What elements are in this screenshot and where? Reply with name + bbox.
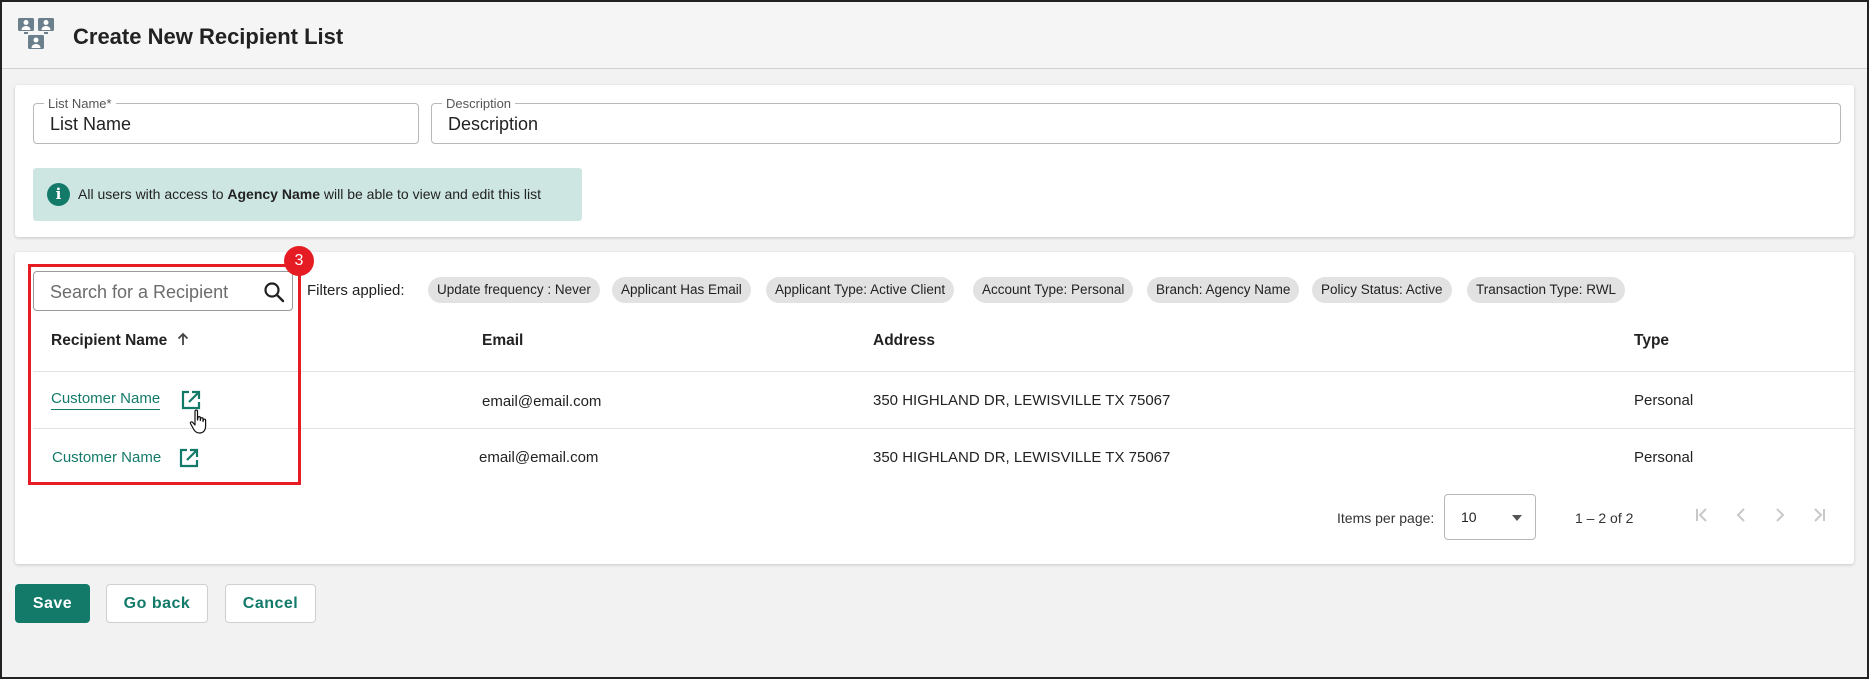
description-field[interactable]: Description Description bbox=[431, 96, 1841, 144]
divider bbox=[33, 371, 1854, 372]
list-name-value: List Name bbox=[50, 114, 132, 134]
type-cell: Personal bbox=[1634, 392, 1694, 409]
filter-chip[interactable]: Applicant Type: Active Client bbox=[766, 277, 955, 303]
type-cell: Personal bbox=[1634, 449, 1694, 466]
address-cell: 350 HIGHLAND DR, LEWISVILLE TX 75067 bbox=[873, 449, 1171, 466]
divider bbox=[33, 428, 1854, 429]
step-badge: 3 bbox=[284, 246, 314, 276]
filter-chip[interactable]: Applicant Has Email bbox=[612, 277, 751, 303]
filter-chip[interactable]: Account Type: Personal bbox=[973, 277, 1134, 303]
items-per-page-label: Items per page: bbox=[1337, 510, 1435, 526]
open-external-icon[interactable] bbox=[178, 447, 200, 469]
open-external-icon[interactable] bbox=[180, 389, 202, 411]
description-label: Description bbox=[442, 96, 516, 111]
list-name-field[interactable]: List Name* List Name bbox=[33, 96, 419, 144]
email-cell: email@email.com bbox=[482, 393, 602, 410]
cancel-button[interactable]: Cancel bbox=[225, 584, 316, 623]
column-header-recipient-name[interactable]: Recipient Name bbox=[51, 332, 190, 350]
page-title: Create New Recipient List bbox=[73, 24, 344, 49]
column-header-type[interactable]: Type bbox=[1634, 332, 1669, 350]
column-header-email[interactable]: Email bbox=[482, 332, 523, 350]
info-icon: i bbox=[47, 183, 70, 206]
next-page-icon[interactable] bbox=[1765, 500, 1795, 530]
list-name-label: List Name* bbox=[44, 96, 116, 111]
recipients-card: Search for a Recipient Filters applied: … bbox=[15, 252, 1854, 564]
email-cell: email@email.com bbox=[479, 449, 599, 466]
save-button[interactable]: Save bbox=[15, 584, 90, 623]
page-range: 1 – 2 of 2 bbox=[1575, 510, 1634, 526]
filter-chip[interactable]: Branch: Agency Name bbox=[1147, 277, 1300, 303]
filters-label: Filters applied: bbox=[307, 282, 405, 299]
filter-chip[interactable]: Update frequency : Never bbox=[428, 277, 600, 303]
column-header-address[interactable]: Address bbox=[873, 332, 935, 350]
previous-page-icon[interactable] bbox=[1726, 500, 1756, 530]
first-page-icon[interactable] bbox=[1687, 500, 1717, 530]
address-cell: 350 HIGHLAND DR, LEWISVILLE TX 75067 bbox=[873, 392, 1171, 409]
filter-chip[interactable]: Policy Status: Active bbox=[1312, 277, 1452, 303]
description-value: Description bbox=[448, 114, 539, 134]
sort-ascending-icon bbox=[177, 332, 188, 345]
filter-chip[interactable]: Transaction Type: RWL bbox=[1467, 277, 1626, 303]
recipient-name-link[interactable]: Customer Name bbox=[52, 449, 161, 466]
recipient-name-link[interactable]: Customer Name bbox=[51, 390, 161, 410]
items-per-page-value: 10 bbox=[1461, 509, 1477, 525]
page-header: Create New Recipient List bbox=[2, 2, 1867, 69]
list-details-card: List Name* List Name Description Descrip… bbox=[15, 85, 1854, 237]
items-per-page-select[interactable]: 10 bbox=[1444, 494, 1536, 540]
hand-cursor-icon bbox=[189, 409, 207, 434]
dropdown-caret-icon bbox=[1512, 515, 1522, 521]
search-icon[interactable] bbox=[262, 280, 286, 304]
go-back-button[interactable]: Go back bbox=[106, 584, 208, 623]
agency-name: Agency Name bbox=[227, 186, 320, 202]
search-input[interactable]: Search for a Recipient bbox=[33, 271, 293, 311]
info-text: All users with access to Agency Name wil… bbox=[78, 186, 541, 202]
recipient-list-icon bbox=[18, 18, 54, 49]
search-placeholder: Search for a Recipient bbox=[50, 282, 229, 302]
info-banner: i All users with access to Agency Name w… bbox=[33, 168, 582, 221]
last-page-icon[interactable] bbox=[1804, 500, 1834, 530]
